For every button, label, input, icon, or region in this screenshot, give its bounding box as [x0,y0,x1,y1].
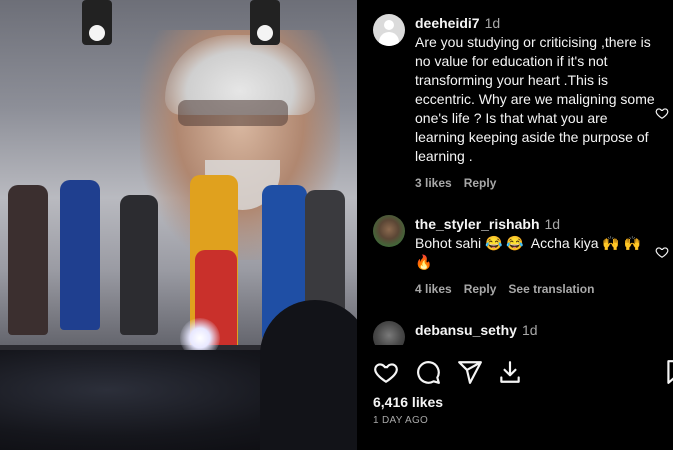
avatar[interactable] [373,215,405,247]
video-person [120,195,158,335]
stage-light-left [82,0,112,45]
comment-time[interactable]: 1d [485,15,501,31]
comment-body: deeheidi7 1d Are you studying or criticis… [415,14,655,190]
download-icon[interactable] [497,359,523,385]
avatar[interactable] [373,14,405,46]
video-glasses [178,100,288,126]
see-translation-button[interactable]: See translation [508,282,594,296]
comment-meta: 3 likes Reply [415,176,655,190]
comments-list: deeheidi7 1d Are you studying or criticis… [357,0,673,345]
share-icon[interactable] [457,359,483,385]
comment-text: Are you studying or criticising ,there i… [415,34,659,164]
stage-light-right [250,0,280,45]
comment-likes[interactable]: 3 likes [415,176,452,190]
comment-body: the_styler_rishabh 1d Bohot sahi 😂 😂 Acch… [415,215,655,296]
post-actions [357,355,673,391]
comment-username[interactable]: deeheidi7 [415,15,480,31]
comment-header: debansu_sethy 1d [415,321,655,340]
comment-icon[interactable] [415,359,441,385]
bookmark-icon[interactable] [663,359,673,385]
comment-time[interactable]: 1d [522,322,538,338]
heart-icon[interactable] [373,359,399,385]
heart-icon[interactable] [655,245,669,259]
post-date[interactable]: 1 DAY AGO [373,415,428,426]
comment-text: Bohot sahi 😂 😂 Accha kiya 🙌 🙌 🔥 [415,235,646,270]
comment-username[interactable]: debansu_sethy [415,322,517,338]
post-panel: deeheidi7 1d Are you studying or criticis… [357,0,673,450]
heart-icon[interactable] [655,106,669,120]
video-person [8,185,48,335]
avatar[interactable] [373,321,405,345]
comment-body: debansu_sethy 1d [415,321,655,340]
video-crowd [260,300,357,450]
post-video[interactable] [0,0,357,450]
post-likes-count[interactable]: 6,416 likes [373,394,443,410]
reply-button[interactable]: Reply [464,282,497,296]
comment-username[interactable]: the_styler_rishabh [415,216,540,232]
reply-button[interactable]: Reply [464,176,497,190]
comment-meta: 4 likes Reply See translation [415,282,655,296]
comment-header: deeheidi7 1d [415,14,655,33]
comment-time[interactable]: 1d [545,216,561,232]
comment-likes[interactable]: 4 likes [415,282,452,296]
comment-header: the_styler_rishabh 1d [415,215,655,234]
video-person [60,180,100,330]
